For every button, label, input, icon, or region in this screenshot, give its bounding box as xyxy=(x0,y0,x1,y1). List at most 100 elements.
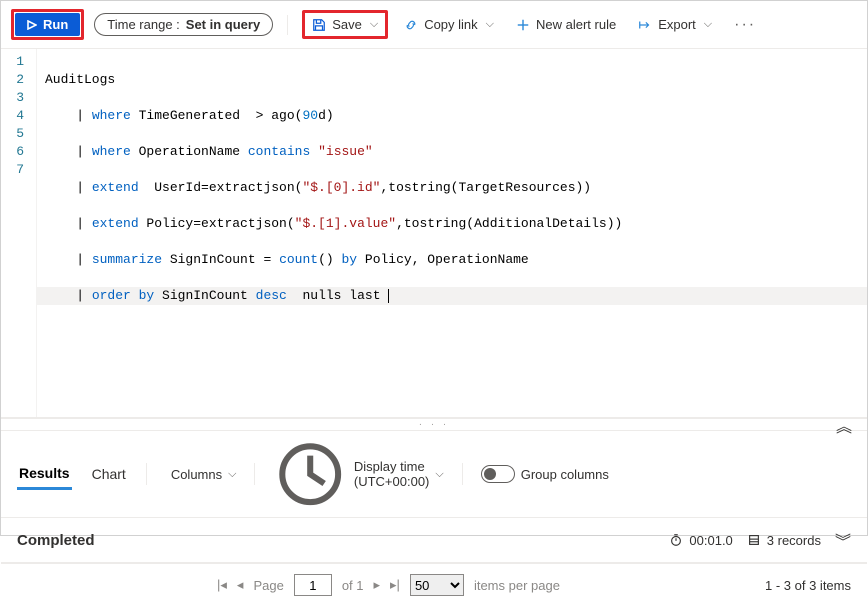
run-label: Run xyxy=(43,17,68,32)
results-header: Results Chart Columns ⌵ Display time (UT… xyxy=(1,431,867,518)
export-icon xyxy=(638,18,652,32)
code-token: UserId=extractjson( xyxy=(139,180,303,195)
elapsed-value: 00:01.0 xyxy=(689,533,732,548)
pager-range: 1 - 3 of 3 items xyxy=(765,578,851,593)
save-label: Save xyxy=(332,17,362,32)
code-token: AuditLogs xyxy=(45,72,115,87)
code-token: | xyxy=(45,216,92,231)
code-token: order by xyxy=(92,288,154,303)
code-area[interactable]: AuditLogs | where TimeGenerated > ago(90… xyxy=(37,49,867,417)
columns-button[interactable]: Columns ⌵ xyxy=(165,467,237,482)
code-token: where xyxy=(92,108,131,123)
toolbar: Run Time range : Set in query Save ⌵ Cop… xyxy=(1,1,867,49)
pager-first-icon[interactable]: |◂ xyxy=(217,577,227,593)
elapsed-time: 00:01.0 xyxy=(669,533,732,548)
divider xyxy=(254,463,255,485)
page-input[interactable] xyxy=(294,574,332,596)
pager-next-icon[interactable]: ▸ xyxy=(374,577,381,593)
play-icon xyxy=(27,20,37,30)
code-token: | xyxy=(45,108,92,123)
code-token: Policy, OperationName xyxy=(357,252,529,267)
code-token: SignInCount = xyxy=(162,252,279,267)
text-cursor xyxy=(388,289,389,303)
code-token: 90 xyxy=(302,108,318,123)
tab-results[interactable]: Results xyxy=(17,459,72,490)
code-token: TimeGenerated > ago( xyxy=(131,108,303,123)
code-token: ,tostring(TargetResources)) xyxy=(380,180,591,195)
pager-prev-icon[interactable]: ◂ xyxy=(237,577,244,593)
code-token: "issue" xyxy=(318,144,373,159)
pager: |◂ ◂ Page of 1 ▸ ▸| 50 items per page 1 … xyxy=(1,563,867,606)
time-range-value: Set in query xyxy=(186,17,260,32)
group-columns-label: Group columns xyxy=(521,467,609,482)
chevron-down-icon: ⌵ xyxy=(486,18,494,31)
code-token: summarize xyxy=(92,252,162,267)
collapse-up-icon[interactable]: ︽ xyxy=(836,413,855,437)
horizontal-splitter[interactable]: · · · ︽ xyxy=(1,418,867,431)
pager-nav: |◂ ◂ Page of 1 ▸ ▸| 50 items per page xyxy=(217,574,560,596)
time-range-pill[interactable]: Time range : Set in query xyxy=(94,13,273,36)
save-button[interactable]: Save ⌵ xyxy=(306,14,384,35)
group-columns-toggle-row: Group columns xyxy=(481,465,609,483)
highlight-run: Run xyxy=(11,9,84,40)
line-number: 4 xyxy=(9,107,24,125)
record-count: 3 records xyxy=(747,533,821,548)
code-token xyxy=(310,144,318,159)
line-number: 6 xyxy=(9,143,24,161)
code-token: contains xyxy=(248,144,310,159)
export-button[interactable]: Export ⌵ xyxy=(632,14,718,35)
code-token: Policy=extractjson( xyxy=(139,216,295,231)
copy-link-button[interactable]: Copy link ⌵ xyxy=(398,14,500,35)
status-label: Completed xyxy=(17,532,655,549)
code-token: SignInCount xyxy=(154,288,255,303)
code-token: OperationName xyxy=(131,144,248,159)
app-frame: Run Time range : Set in query Save ⌵ Cop… xyxy=(0,0,868,536)
line-number: 2 xyxy=(9,71,24,89)
page-size-select[interactable]: 50 xyxy=(410,574,464,596)
highlight-save: Save ⌵ xyxy=(302,10,388,39)
code-token: | xyxy=(45,252,92,267)
group-columns-toggle[interactable] xyxy=(481,465,515,483)
code-token: | xyxy=(45,144,92,159)
clock-icon xyxy=(273,437,347,511)
display-time-button[interactable]: Display time (UTC+00:00) ⌵ xyxy=(273,437,443,511)
divider xyxy=(462,463,463,485)
tab-chart[interactable]: Chart xyxy=(90,460,128,488)
query-editor[interactable]: 1 2 3 4 5 6 7 AuditLogs | where TimeGene… xyxy=(1,49,867,418)
chevron-down-icon: ⌵ xyxy=(370,18,378,31)
plus-icon xyxy=(516,18,530,32)
time-range-label: Time range : xyxy=(107,17,180,32)
pager-last-icon[interactable]: ▸| xyxy=(390,577,400,593)
line-number: 3 xyxy=(9,89,24,107)
code-token: | xyxy=(45,288,92,303)
code-token: d) xyxy=(318,108,334,123)
line-number: 7 xyxy=(9,161,24,179)
new-alert-button[interactable]: New alert rule xyxy=(510,14,622,35)
run-button[interactable]: Run xyxy=(15,13,80,36)
page-label: Page xyxy=(253,578,283,593)
copy-link-label: Copy link xyxy=(424,17,477,32)
link-icon xyxy=(404,18,418,32)
status-row: Completed 00:01.0 3 records ︾ xyxy=(1,518,867,563)
code-token: by xyxy=(341,252,357,267)
code-token: extend xyxy=(92,216,139,231)
code-token: nulls last xyxy=(287,288,388,303)
code-token: count xyxy=(279,252,318,267)
code-token: where xyxy=(92,144,131,159)
columns-label: Columns xyxy=(171,467,222,482)
code-token: extend xyxy=(92,180,139,195)
record-count-value: 3 records xyxy=(767,533,821,548)
toolbar-divider xyxy=(287,15,288,35)
chevron-down-icon: ⌵ xyxy=(435,468,443,481)
line-number: 1 xyxy=(9,53,24,71)
code-token: "$.[0].id" xyxy=(302,180,380,195)
display-time-label: Display time (UTC+00:00) xyxy=(354,459,429,489)
expand-down-icon[interactable]: ︾ xyxy=(835,528,851,552)
items-per-page-label: items per page xyxy=(474,578,560,593)
divider xyxy=(146,463,147,485)
code-token: desc xyxy=(256,288,287,303)
page-of-label: of 1 xyxy=(342,578,364,593)
overflow-menu[interactable]: ··· xyxy=(728,16,762,34)
new-alert-label: New alert rule xyxy=(536,17,616,32)
code-token: () xyxy=(318,252,341,267)
